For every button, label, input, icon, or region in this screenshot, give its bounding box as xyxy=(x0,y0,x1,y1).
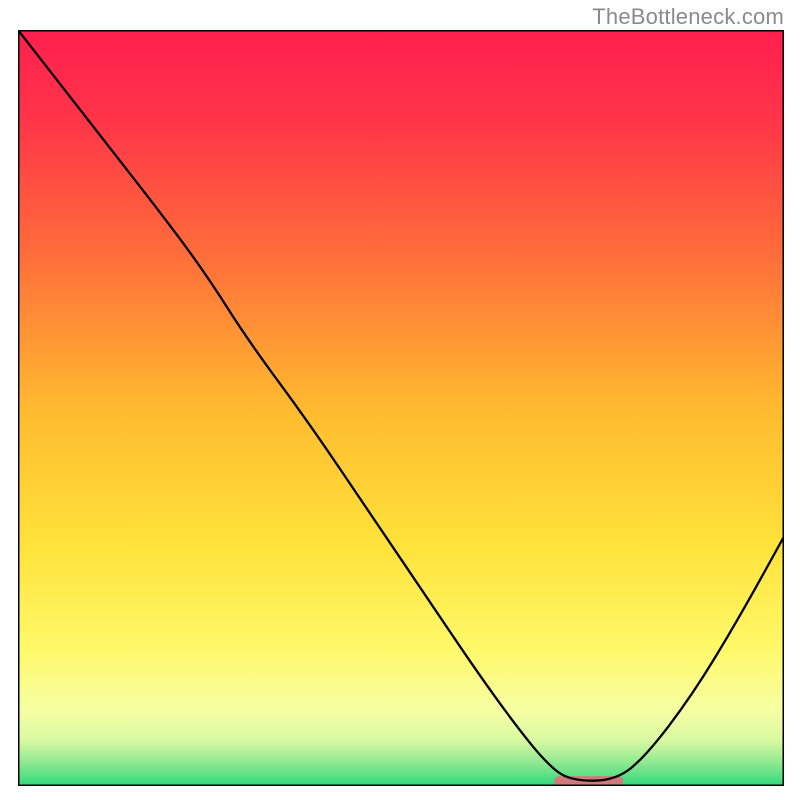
bottleneck-chart xyxy=(18,30,784,786)
watermark-text: TheBottleneck.com xyxy=(592,4,784,30)
chart-background-gradient xyxy=(18,30,784,786)
